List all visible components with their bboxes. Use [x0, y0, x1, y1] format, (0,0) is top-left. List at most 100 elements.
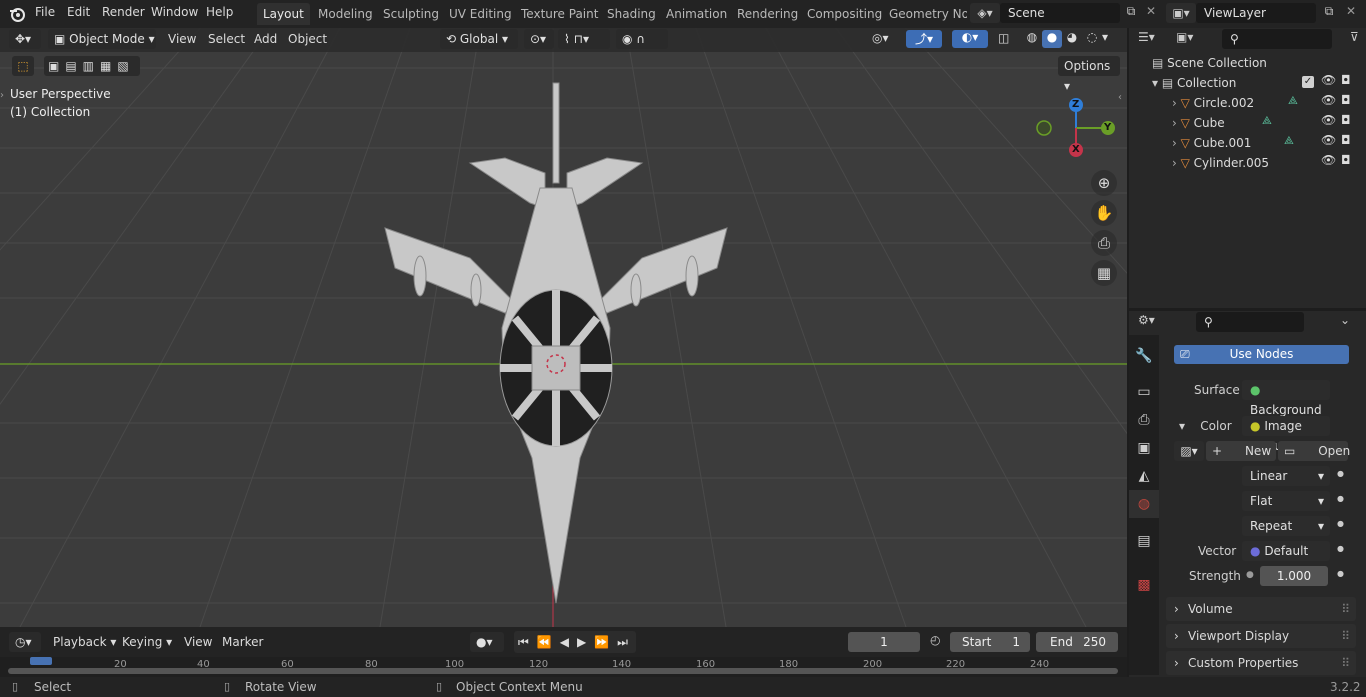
proportional-edit-selector[interactable]: ◉ ∩ — [616, 29, 668, 49]
keyframe-dot-icon[interactable]: ● — [1337, 519, 1344, 528]
viewport-display-section[interactable]: › Viewport Display ⠿ — [1166, 624, 1356, 648]
eye-icon[interactable]: 👁 — [1321, 133, 1336, 147]
menu-render[interactable]: Render — [102, 5, 145, 19]
camera-render-icon[interactable]: ◘ — [1341, 93, 1351, 107]
menu-help[interactable]: Help — [206, 5, 233, 19]
mesh-data-icon[interactable]: ⟁ — [1288, 94, 1298, 108]
view-layer-tab-icon[interactable]: ▣ — [1129, 434, 1159, 462]
outliner-display-mode[interactable]: ▣▾ — [1176, 30, 1206, 50]
strength-field[interactable]: 1.000 — [1260, 566, 1328, 586]
shading-rendered-icon[interactable]: ◌ — [1082, 30, 1102, 44]
scene-selector[interactable]: ◈▾ Scene ⧉ ✕ — [970, 3, 1160, 23]
eye-icon[interactable]: 👁 — [1321, 153, 1336, 167]
drag-handle-icon[interactable]: ⠿ — [1341, 597, 1350, 621]
select-tool-icon[interactable]: ⬚ — [12, 56, 34, 76]
editor-type-selector[interactable]: ✥▾ — [9, 29, 41, 49]
timeline-scrollbar[interactable] — [8, 668, 1118, 674]
playhead[interactable] — [30, 657, 52, 665]
overlay-toggle[interactable]: ◐▾ — [952, 30, 988, 48]
texture-tab-icon[interactable]: ▩ — [1129, 571, 1159, 599]
menu-file[interactable]: File — [35, 5, 55, 19]
tab-animation[interactable]: Animation — [660, 3, 733, 25]
volume-section[interactable]: › Volume ⠿ — [1166, 597, 1356, 621]
camera-render-icon[interactable]: ◘ — [1341, 73, 1351, 87]
shading-wireframe-icon[interactable]: ◍ — [1022, 30, 1042, 44]
orientation-selector[interactable]: ⟲ Global ▾ — [440, 29, 518, 49]
close-icon[interactable]: ✕ — [1342, 4, 1360, 22]
scene-name-field[interactable]: Scene — [1000, 3, 1120, 23]
open-image-button[interactable]: ▭ Open — [1278, 441, 1350, 461]
snap-selector[interactable]: ⌇ ⊓▾ — [558, 29, 610, 49]
tab-sculpting[interactable]: Sculpting — [377, 3, 445, 25]
tab-compositing[interactable]: Compositing — [801, 3, 888, 25]
drag-handle-icon[interactable]: ⠿ — [1341, 651, 1350, 675]
timeline-marker-menu[interactable]: Marker — [222, 635, 263, 649]
use-nodes-button[interactable]: ⎚ Use Nodes — [1174, 345, 1349, 364]
eye-icon[interactable]: 👁 — [1321, 93, 1336, 107]
visibility-selector[interactable]: ◎▾ — [872, 31, 902, 45]
properties-search-input[interactable]: ⚲ — [1196, 312, 1304, 332]
frame-ruler[interactable]: 20 40 60 80 100 120 140 160 180 200 220 … — [0, 657, 1127, 677]
interpolation-selector[interactable]: Linear ▾ — [1242, 466, 1330, 486]
drag-handle-icon[interactable]: ⠿ — [1341, 624, 1350, 648]
camera-icon[interactable]: ⎙ — [1091, 230, 1117, 256]
viewport-menu-object[interactable]: Object — [288, 32, 327, 46]
select-mode-buttons[interactable]: ▣▤▥▦▧ — [44, 56, 140, 76]
extension-selector[interactable]: Repeat ▾ — [1242, 516, 1330, 536]
playback-controls[interactable]: ⏮⏪◀▶⏩⏭ — [514, 631, 636, 653]
vector-selector[interactable]: ● Default — [1242, 541, 1330, 561]
new-image-button[interactable]: + New — [1206, 441, 1276, 461]
camera-render-icon[interactable]: ◘ — [1341, 153, 1351, 167]
tool-tab-icon[interactable]: 🔧 — [1129, 342, 1159, 370]
keyframe-dot-icon[interactable]: ● — [1337, 544, 1344, 553]
zoom-icon[interactable]: ⊕ — [1091, 170, 1117, 196]
keyframe-dot-icon[interactable]: ● — [1337, 569, 1344, 578]
keyframe-dot-icon[interactable]: ● — [1337, 494, 1344, 503]
surface-selector[interactable]: ● Background — [1242, 380, 1330, 417]
timeline-editor-type[interactable]: ◷▾ — [9, 632, 41, 652]
current-frame-field[interactable]: 1 — [848, 632, 920, 652]
viewport-menu-view[interactable]: View — [168, 32, 196, 46]
end-frame-field[interactable]: End 250 — [1036, 632, 1118, 652]
expand-icon[interactable]: › — [1172, 156, 1181, 170]
filter-icon[interactable]: ⊽ — [1350, 30, 1359, 44]
tab-modeling[interactable]: Modeling — [312, 3, 379, 25]
start-frame-field[interactable]: Start 1 — [950, 632, 1030, 652]
viewport-menu-select[interactable]: Select — [208, 32, 245, 46]
mesh-data-icon[interactable]: ⟁ — [1284, 134, 1294, 148]
copy-viewlayer-icon[interactable]: ⧉ — [1320, 4, 1338, 22]
camera-render-icon[interactable]: ◘ — [1341, 133, 1351, 147]
tab-shading[interactable]: Shading — [601, 3, 662, 25]
output-tab-icon[interactable]: ⎙ — [1129, 406, 1159, 434]
eye-icon[interactable]: 👁 — [1321, 113, 1336, 127]
tab-layout[interactable]: Layout — [257, 3, 310, 25]
world-tab-icon[interactable]: ◍ — [1129, 490, 1159, 518]
viewlayer-selector[interactable]: ▣▾ ViewLayer ⧉ ✕ — [1166, 3, 1366, 23]
auto-keying-toggle[interactable]: ●▾ — [470, 632, 504, 652]
expand-icon[interactable]: ▾ — [1152, 76, 1162, 90]
timeline-view-menu[interactable]: View — [184, 635, 212, 649]
image-browse-button[interactable]: ▨▾ — [1174, 441, 1204, 461]
outliner-item[interactable]: › ▽ Cube.001 — [1172, 133, 1322, 153]
tab-rendering[interactable]: Rendering — [731, 3, 804, 25]
chevron-down-icon[interactable]: ▾ — [1102, 30, 1116, 44]
close-icon[interactable]: ✕ — [1142, 4, 1160, 22]
3d-viewport[interactable] — [0, 28, 1127, 627]
expand-icon[interactable]: › — [1172, 96, 1181, 110]
render-tab-icon[interactable]: ▭ — [1129, 378, 1159, 406]
keying-menu[interactable]: Keying ▾ — [122, 635, 172, 649]
scene-type-icon[interactable]: ◈▾ — [970, 3, 1000, 23]
scene-tab-icon[interactable]: ◭ — [1129, 462, 1159, 490]
options-button[interactable]: Options ▾ — [1058, 56, 1120, 93]
outliner-item[interactable]: › ▽ Circle.002 — [1172, 93, 1322, 113]
tab-texture-paint[interactable]: Texture Paint — [515, 3, 604, 25]
shading-solid-icon[interactable]: ● — [1042, 30, 1062, 48]
grid-perspective-icon[interactable]: ▦ — [1091, 260, 1117, 286]
viewport-menu-add[interactable]: Add — [254, 32, 277, 46]
expand-icon[interactable]: › — [1172, 136, 1181, 150]
viewlayer-name-field[interactable]: ViewLayer — [1196, 3, 1316, 23]
playback-menu[interactable]: Playback ▾ — [53, 635, 116, 649]
tab-uv-editing[interactable]: UV Editing — [443, 3, 518, 25]
xray-toggle[interactable]: ◫ — [998, 31, 1016, 45]
mode-selector[interactable]: ▣ Object Mode ▾ — [48, 29, 156, 49]
